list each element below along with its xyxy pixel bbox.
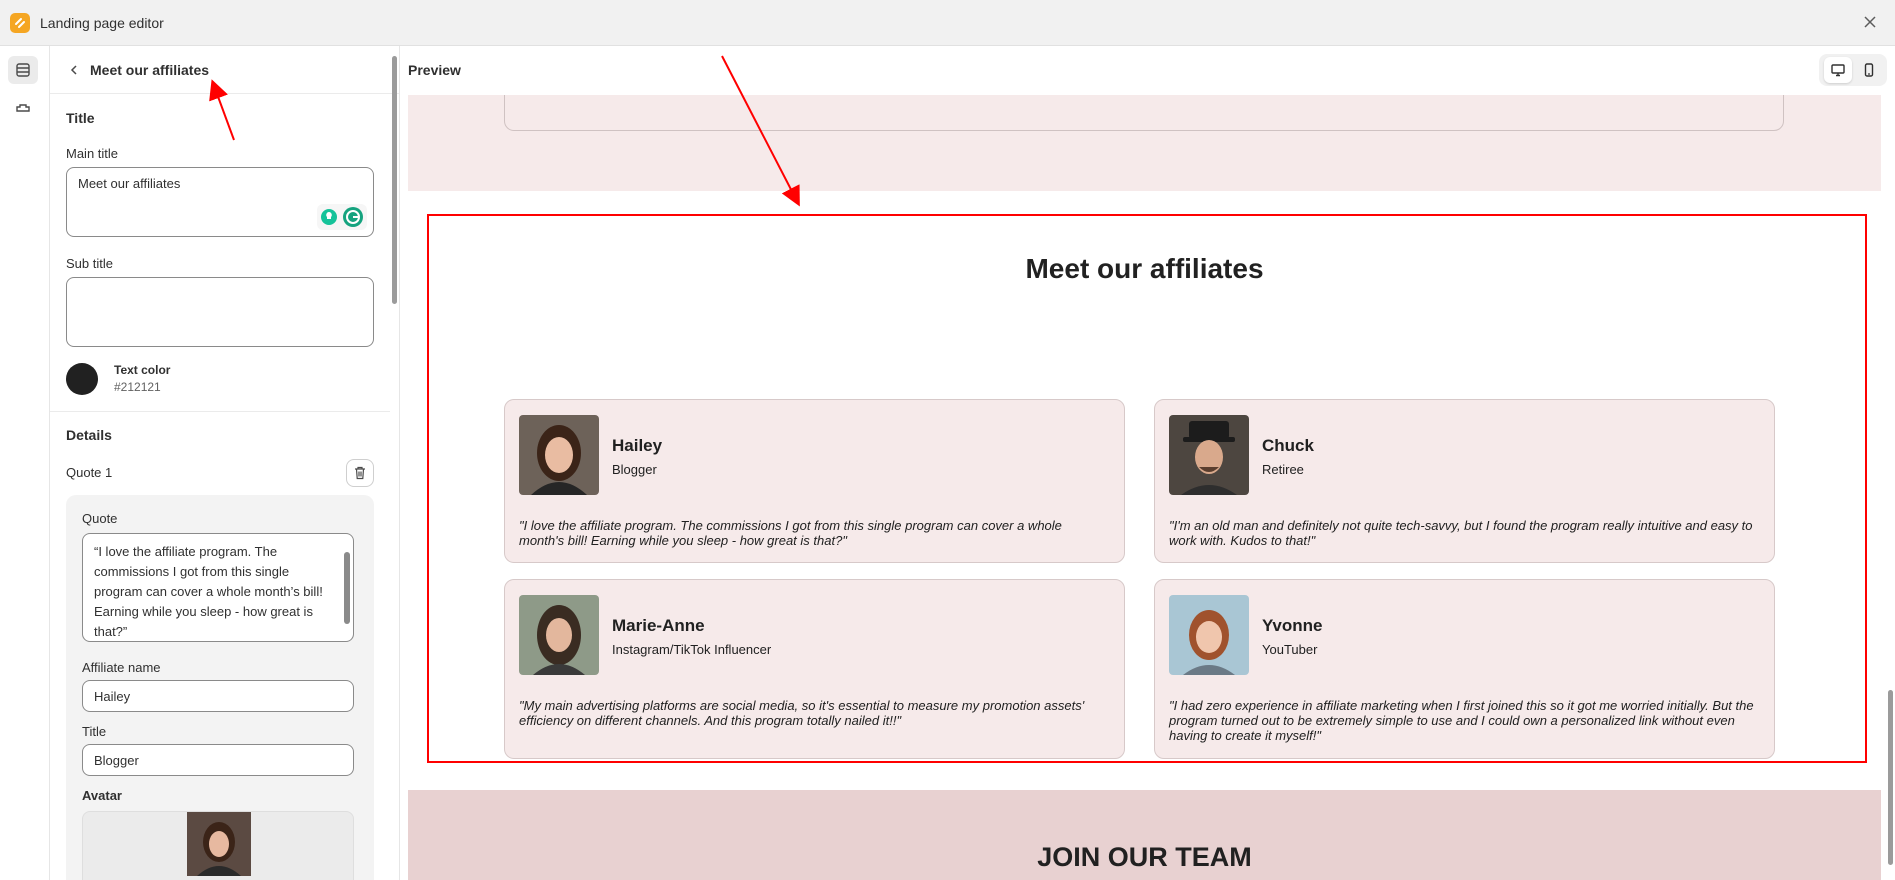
affiliate-photo: [1169, 415, 1249, 495]
affiliate-title-input[interactable]: Blogger: [82, 744, 354, 776]
preview-area: Preview Meet our affiliates Hailey Blogg…: [400, 46, 1895, 880]
affiliate-quote: "I love the affiliate program. The commi…: [519, 518, 1062, 548]
panel-title: Meet our affiliates: [90, 61, 210, 78]
quote-value: “I love the affiliate program. The commi…: [94, 544, 323, 639]
panel-scrollbar[interactable]: [389, 46, 399, 880]
affiliate-quote: "I had zero experience in affiliate mark…: [1169, 698, 1754, 743]
affiliate-name: Marie-Anne: [612, 616, 705, 635]
affiliate-name-input[interactable]: Hailey: [82, 680, 354, 712]
panel-scroll-thumb[interactable]: [392, 56, 397, 304]
previous-section-box: [504, 95, 1784, 131]
avatar-picker[interactable]: [82, 811, 354, 880]
title-section-heading: Title: [66, 110, 95, 126]
affiliate-role: Blogger: [612, 462, 657, 477]
main-title-label: Main title: [66, 146, 119, 161]
icon-rail: [0, 46, 50, 880]
main-title-value: Meet our affiliates: [78, 176, 181, 191]
affiliate-name: Hailey: [612, 436, 663, 455]
affiliate-card[interactable]: Chuck Retiree "I'm an old man and defini…: [1154, 399, 1775, 563]
affiliate-quote: "I'm an old man and definitely not quite…: [1169, 518, 1753, 548]
affiliate-title-label: Title: [82, 724, 107, 739]
affiliate-name-value: Hailey: [94, 688, 131, 704]
preview-label: Preview: [408, 62, 461, 78]
sections-icon[interactable]: [8, 56, 38, 84]
quote-scrollbar[interactable]: [344, 552, 350, 624]
affiliate-card[interactable]: Yvonne YouTuber "I had zero experience i…: [1154, 579, 1775, 759]
lightbulb-icon: [321, 209, 338, 225]
app-logo-icon: [10, 12, 30, 33]
close-icon[interactable]: [1859, 11, 1881, 33]
avatar-thumbnail: [187, 812, 251, 876]
settings-panel: Meet our affiliates Title Main title Mee…: [50, 46, 400, 880]
affiliate-quote: "My main advertising platforms are socia…: [519, 698, 1085, 728]
chevron-left-icon[interactable]: [64, 60, 84, 80]
preview-scroll-thumb[interactable]: [1888, 690, 1893, 865]
title-bar: Landing page editor: [0, 0, 1895, 46]
app-title: Landing page editor: [40, 14, 164, 31]
join-title[interactable]: JOIN OUR TEAM: [408, 842, 1881, 873]
preview-canvas: Meet our affiliates Hailey Blogger "I lo…: [408, 95, 1881, 880]
desktop-icon[interactable]: [1823, 57, 1852, 83]
affiliate-name: Chuck: [1262, 436, 1314, 455]
quote-label: Quote: [82, 511, 118, 526]
main-title-field[interactable]: Meet our affiliates: [66, 167, 374, 237]
device-toggle: [1819, 54, 1887, 86]
affiliate-card[interactable]: Marie-Anne Instagram/TikTok Influencer "…: [504, 579, 1125, 759]
sub-title-field[interactable]: [66, 277, 374, 347]
text-color-swatch[interactable]: [66, 363, 98, 395]
affiliate-name: Yvonne: [1262, 616, 1323, 635]
sub-title-label: Sub title: [66, 256, 113, 271]
text-color-label: Text color: [114, 363, 171, 377]
trash-icon[interactable]: [346, 459, 374, 487]
affiliate-role: Retiree: [1262, 462, 1304, 477]
quote-field[interactable]: “I love the affiliate program. The commi…: [82, 533, 354, 642]
text-color-value: #212121: [114, 380, 161, 394]
panel-header: Meet our affiliates: [50, 46, 399, 94]
grammarly-icon: [342, 207, 363, 227]
affiliate-title-value: Blogger: [94, 752, 139, 768]
affiliate-role: Instagram/TikTok Influencer: [612, 642, 772, 657]
quote-item-card: Quote “I love the affiliate program. The…: [66, 495, 374, 880]
affiliate-photo: [519, 415, 599, 495]
affiliate-card[interactable]: Hailey Blogger "I love the affiliate pro…: [504, 399, 1125, 563]
preview-toolbar: Preview: [400, 46, 1895, 94]
affiliate-role: YouTuber: [1262, 642, 1318, 657]
mobile-icon[interactable]: [1855, 57, 1883, 83]
grammarly-widget[interactable]: [317, 204, 367, 230]
preview-scrollbar[interactable]: [1885, 95, 1895, 880]
theme-icon[interactable]: [8, 94, 38, 122]
quote-item-label: Quote 1: [66, 465, 113, 480]
previous-section: [408, 95, 1881, 191]
affiliates-title[interactable]: Meet our affiliates: [408, 253, 1881, 285]
details-section-heading: Details: [66, 427, 112, 443]
avatar-label: Avatar: [82, 788, 122, 803]
affiliate-name-label: Affiliate name: [82, 660, 161, 675]
affiliate-photo: [1169, 595, 1249, 675]
section-divider: [50, 411, 390, 412]
affiliate-photo: [519, 595, 599, 675]
